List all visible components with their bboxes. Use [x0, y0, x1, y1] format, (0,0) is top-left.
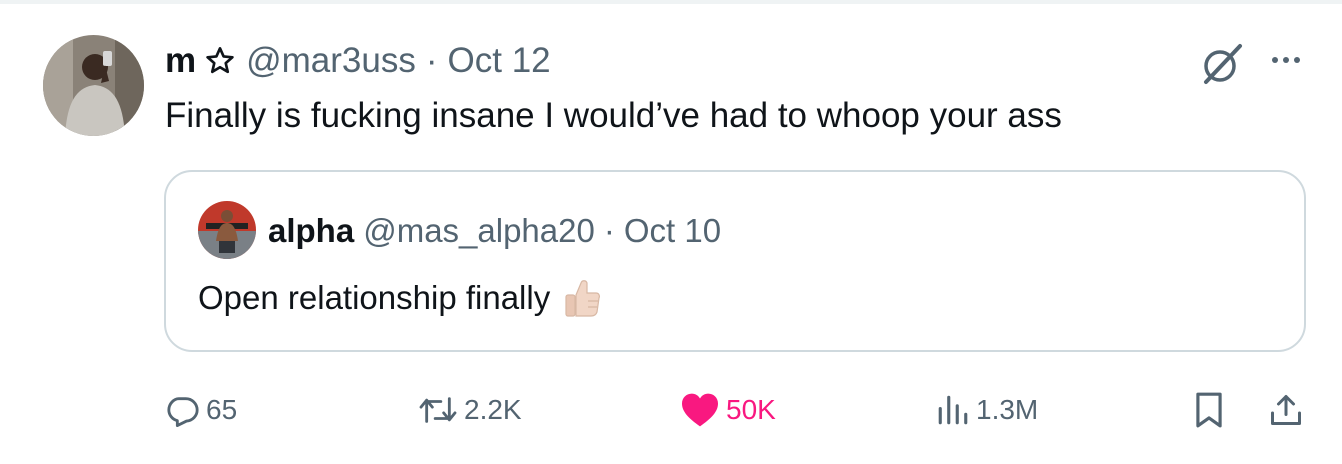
like-action[interactable]: 50K	[680, 390, 776, 430]
tweet-text: Finally is fucking insane I would’ve had…	[165, 96, 1062, 135]
quoted-header: alpha @mas_alpha20 · Oct 10	[268, 211, 721, 251]
heart-icon	[682, 393, 718, 427]
reply-icon	[167, 397, 199, 427]
quoted-text: Open relationship finally	[198, 279, 551, 316]
repost-count: 2.2K	[464, 394, 522, 425]
quoted-author-name[interactable]: alpha	[268, 212, 354, 250]
repost-icon	[419, 397, 457, 423]
share-icon	[1271, 395, 1301, 425]
separator-dot: ·	[425, 41, 438, 80]
reply-count: 65	[206, 394, 238, 425]
quoted-separator-dot: ·	[603, 212, 615, 249]
star-badge-icon	[206, 47, 234, 74]
quoted-tweet[interactable]: alpha @mas_alpha20 · Oct 10 Open relatio…	[164, 170, 1306, 352]
tweet-date[interactable]: Oct 12	[448, 41, 551, 81]
top-divider	[0, 0, 1342, 4]
tweet-header: m @mar3uss · Oct 12	[165, 38, 551, 84]
grok-icon[interactable]	[1198, 40, 1246, 88]
repost-action[interactable]: 2.2K	[418, 390, 522, 430]
author-handle[interactable]: @mar3uss	[246, 41, 416, 81]
views-count: 1.3M	[976, 394, 1039, 425]
share-action[interactable]	[1268, 390, 1304, 430]
thumbs-up-emoji-icon	[565, 280, 601, 317]
quoted-date[interactable]: Oct 10	[624, 212, 721, 250]
quoted-avatar-photo	[198, 201, 256, 259]
quoted-author-handle[interactable]: @mas_alpha20	[363, 212, 595, 250]
bookmark-action[interactable]	[1192, 390, 1226, 430]
avatar[interactable]	[43, 35, 144, 136]
reply-action[interactable]: 65	[166, 390, 237, 430]
bookmark-icon	[1196, 392, 1222, 428]
views-action[interactable]: 1.3M	[936, 390, 1038, 430]
views-chart-icon	[938, 395, 968, 425]
avatar-photo	[43, 35, 144, 136]
like-count: 50K	[726, 394, 776, 425]
author-name[interactable]: m	[165, 41, 196, 81]
quoted-avatar[interactable]	[198, 201, 256, 259]
more-options-icon[interactable]	[1266, 45, 1306, 75]
quoted-text-row: Open relationship finally	[198, 277, 602, 319]
